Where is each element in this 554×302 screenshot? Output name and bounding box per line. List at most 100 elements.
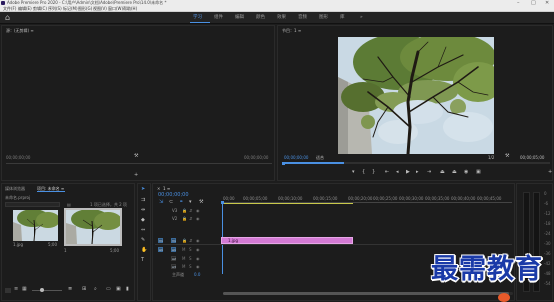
project-item-thumbnail[interactable] [13, 210, 58, 241]
workspace-tab-editing[interactable]: 编辑 [235, 15, 244, 20]
timeline-timecode[interactable]: 00;00;00;00 [158, 193, 189, 198]
home-icon[interactable]: ⌂ [5, 14, 13, 22]
track-solo-icon[interactable]: S [189, 264, 192, 269]
out-point-icon[interactable]: } [372, 169, 375, 175]
work-area-bar[interactable] [222, 203, 353, 204]
hand-tool-icon[interactable]: ✋ [141, 247, 147, 253]
project-item-thumbnail-selected[interactable] [64, 208, 122, 246]
track-label-a3[interactable]: A3 [171, 264, 176, 269]
step-forward-icon[interactable]: ▸ [416, 169, 419, 175]
master-volume-value[interactable]: 0.0 [194, 272, 200, 277]
zoom-slider-handle[interactable] [40, 288, 44, 292]
menu-window[interactable]: 窗口(W) [108, 6, 123, 11]
track-label-a2[interactable]: A2 [171, 256, 176, 261]
new-item-icon[interactable]: ▣ [116, 286, 121, 292]
new-bin-icon[interactable]: ▭ [106, 286, 111, 292]
pen-tool-icon[interactable]: ✎ [141, 237, 145, 243]
marker-icon[interactable]: ▾ [352, 169, 355, 175]
sequence-tab[interactable]: 1 ≡ [163, 186, 170, 191]
menu-marker[interactable]: 标记(M) [63, 6, 78, 11]
menu-view[interactable]: 视图(V) [93, 6, 107, 11]
list-view-icon[interactable]: ≡ [14, 286, 18, 292]
in-point-icon[interactable]: { [362, 169, 365, 175]
extract-icon[interactable]: ⏏ [452, 169, 457, 175]
zoom-slider[interactable] [32, 290, 62, 291]
track-solo-icon[interactable]: S [189, 247, 192, 252]
menu-graphics[interactable]: 图形(G) [78, 6, 92, 11]
timeline-horizontal-scrollbar[interactable] [223, 292, 513, 295]
track-lock-icon[interactable]: 🔒 [182, 238, 187, 243]
source-patch-v1[interactable]: V1 [158, 238, 163, 243]
workspace-overflow-button[interactable]: » [360, 15, 363, 20]
source-add-icon[interactable]: + [134, 172, 138, 178]
program-playhead[interactable] [282, 162, 285, 165]
program-add-icon[interactable]: + [548, 169, 552, 175]
track-select-tool-icon[interactable]: ⇉ [141, 197, 145, 203]
workspace-tab-effects[interactable]: 效果 [277, 15, 286, 20]
track-mute-icon[interactable]: M [182, 256, 185, 261]
track-visibility-icon[interactable]: ◉ [196, 208, 200, 213]
menu-help[interactable]: 帮助(H) [123, 6, 137, 11]
track-solo-icon[interactable]: S [189, 256, 192, 261]
step-back-icon[interactable]: ◂ [396, 169, 399, 175]
program-scrub-bar[interactable] [282, 162, 550, 164]
scrollbar-thumb[interactable] [223, 292, 509, 295]
selection-tool-icon[interactable]: ➤ [141, 186, 145, 192]
project-search-input[interactable] [5, 202, 60, 207]
track-mic-icon[interactable]: ◉ [196, 247, 200, 252]
workspace-tab-learn[interactable]: 学习 [193, 15, 202, 20]
workspace-tab-assembly[interactable]: 组件 [214, 15, 223, 20]
workspace-tab-graphics[interactable]: 图形 [319, 15, 328, 20]
nest-toggle-icon[interactable]: ⇲ [159, 199, 163, 205]
ripple-edit-tool-icon[interactable]: ⇹ [141, 207, 145, 213]
menu-clip[interactable]: 剪辑(C) [33, 6, 47, 11]
track-mute-icon[interactable]: M [182, 264, 185, 269]
track-lock-icon[interactable]: 🔒 [182, 208, 187, 213]
lift-icon[interactable]: ⏏ [440, 169, 445, 175]
track-lock-icon[interactable]: 🔒 [182, 216, 187, 221]
track-mic-icon[interactable]: ◉ [196, 256, 200, 261]
add-marker-icon[interactable]: ▾ [189, 199, 192, 205]
find-icon[interactable]: ⌕ [94, 286, 97, 292]
workspace-tab-color[interactable]: 颜色 [256, 15, 265, 20]
razor-tool-icon[interactable]: ◆ [141, 217, 145, 223]
timeline-clip-v1[interactable]: 1.jpg [221, 237, 353, 244]
icon-view-icon[interactable]: ▦ [22, 286, 27, 292]
track-visibility-icon[interactable]: ◉ [196, 238, 200, 243]
play-icon[interactable]: ▶ [406, 169, 410, 175]
track-sync-icon[interactable]: ⇵ [189, 216, 192, 221]
lock-icon[interactable] [5, 288, 11, 293]
timeline-settings-icon[interactable]: ⚒ [199, 199, 203, 205]
track-sync-icon[interactable]: ⇵ [189, 238, 192, 243]
go-to-in-icon[interactable]: ⇤ [385, 169, 389, 175]
slip-tool-icon[interactable]: ⇔ [141, 227, 145, 233]
snap-icon[interactable]: ⊂ [169, 199, 173, 205]
project-folder-icon[interactable]: ▤ [67, 202, 71, 207]
program-settings-icon[interactable]: ⚒ [505, 153, 509, 159]
fit-dropdown[interactable]: 适合 [316, 155, 324, 160]
clear-icon[interactable]: ▮ [126, 286, 129, 292]
workspace-tab-libraries[interactable]: 库 [340, 15, 345, 20]
quality-dropdown[interactable]: 1/2 [488, 155, 494, 160]
tab-media-browser[interactable]: 媒体浏览器 [5, 186, 25, 191]
track-mic-icon[interactable]: ◉ [196, 264, 200, 269]
menu-sequence[interactable]: 序列(S) [48, 6, 62, 11]
track-visibility-icon[interactable]: ◉ [196, 216, 200, 221]
go-to-out-icon[interactable]: ⇥ [427, 169, 431, 175]
track-mute-icon[interactable]: M [182, 247, 185, 252]
track-sync-icon[interactable]: ⇵ [189, 208, 192, 213]
track-target-v3[interactable] [157, 207, 162, 212]
program-monitor-title[interactable]: 节目：1 ≡ [282, 28, 301, 33]
linked-selection-icon[interactable]: ⚭ [179, 199, 183, 205]
source-scrub-bar[interactable] [6, 163, 272, 164]
workspace-tab-audio[interactable]: 音频 [298, 15, 307, 20]
menu-file[interactable]: 文件(F) [3, 6, 16, 11]
program-timecode-current[interactable]: 00;00;00;00 [284, 155, 308, 160]
settings-wrench-icon[interactable]: ⚒ [134, 153, 138, 159]
track-label-a1[interactable]: A1 [171, 247, 176, 252]
track-label-v1[interactable]: V1 [171, 238, 176, 243]
close-sequence-icon[interactable]: ✕ [157, 186, 160, 191]
sort-icon[interactable]: ≣ [68, 286, 72, 292]
menu-edit[interactable]: 编辑(E) [18, 6, 32, 11]
export-frame-icon[interactable]: ◉ [464, 169, 468, 175]
